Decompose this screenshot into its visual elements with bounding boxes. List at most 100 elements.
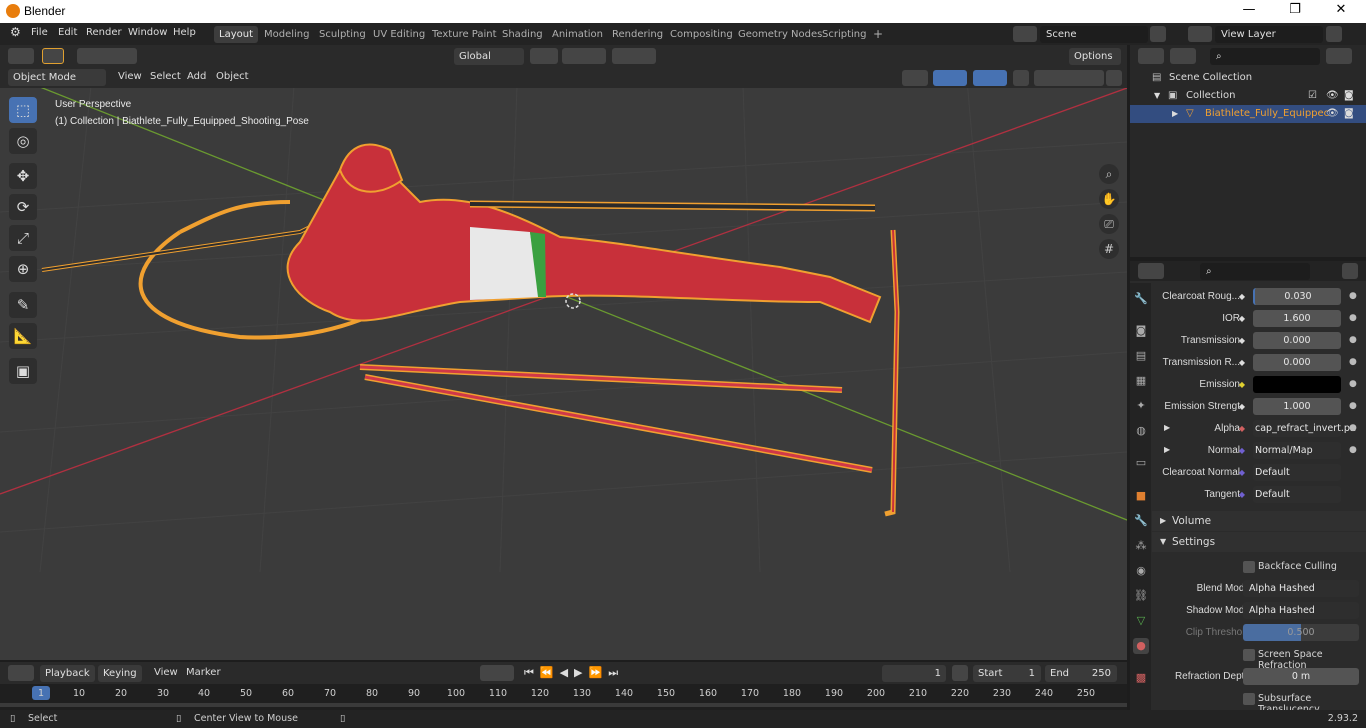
timeline-menu-marker[interactable]: Marker — [186, 667, 221, 678]
menu-render[interactable]: Render — [86, 27, 122, 38]
particles-tab-icon[interactable]: ⁂ — [1133, 538, 1149, 554]
tool-add-cube[interactable]: ▣ — [9, 358, 37, 384]
outliner-display-mode-icon[interactable] — [1170, 48, 1196, 64]
start-frame-field[interactable]: Start 1 — [973, 665, 1041, 682]
new-view-layer-icon[interactable] — [1326, 26, 1342, 42]
prop-link-icon[interactable]: ◆ — [1237, 292, 1247, 302]
tab-scripting[interactable]: Scripting — [817, 26, 871, 43]
menu-window[interactable]: Window — [128, 27, 167, 38]
playback-dropdown[interactable]: Playback — [40, 665, 95, 682]
backface-culling-checkbox[interactable] — [1243, 561, 1255, 573]
prop-link-icon[interactable]: ◆ — [1237, 402, 1247, 412]
object-expand-icon[interactable]: ▶ — [1172, 105, 1178, 123]
add-workspace-button[interactable]: + — [868, 26, 888, 43]
grid-ortho-icon[interactable]: # — [1099, 239, 1119, 259]
object-mode-dropdown[interactable]: Object Mode — [8, 69, 106, 86]
scene-selector-icon[interactable] — [1013, 26, 1037, 42]
clearcoat-normal-field[interactable]: Default — [1253, 464, 1341, 481]
prop-link-icon[interactable]: ◆ — [1237, 314, 1247, 324]
screen-space-refraction-checkbox[interactable] — [1243, 649, 1255, 661]
snapping-icon[interactable] — [562, 48, 606, 64]
tab-modeling[interactable]: Modeling — [259, 26, 315, 43]
viewport-menu-view[interactable]: View — [118, 71, 142, 82]
modifier-tab-icon[interactable]: 🔧 — [1133, 513, 1149, 529]
transmission-field[interactable]: 0.000 — [1253, 332, 1341, 349]
viewport-menu-add[interactable]: Add — [187, 71, 206, 82]
shading-options-icon[interactable] — [1106, 70, 1122, 86]
properties-editor-type-icon[interactable] — [1138, 263, 1164, 279]
emission-color-swatch[interactable] — [1253, 376, 1341, 393]
prop-link-color-icon[interactable]: ◆ — [1237, 380, 1247, 390]
emission-strength-field[interactable]: 1.000 — [1253, 398, 1341, 415]
timeline-editor-type-icon[interactable] — [8, 665, 34, 681]
end-frame-field[interactable]: End 250 — [1045, 665, 1117, 682]
tab-rendering[interactable]: Rendering — [607, 26, 668, 43]
shadow-mode-dropdown[interactable]: Alpha Hashed — [1243, 602, 1359, 619]
prop-link-icon[interactable]: ◆ — [1237, 358, 1247, 368]
tangent-field[interactable]: Default — [1253, 486, 1341, 503]
close-button[interactable]: ✕ — [1326, 2, 1356, 20]
tool-move[interactable]: ✥ — [9, 163, 37, 189]
tab-layout[interactable]: Layout — [214, 26, 258, 43]
tool-measure[interactable]: 📐 — [9, 323, 37, 349]
prop-link-vector-icon[interactable]: ◆ — [1237, 468, 1247, 478]
tab-animation[interactable]: Animation — [547, 26, 608, 43]
clip-threshold-slider[interactable]: 0.500 — [1243, 624, 1359, 641]
exclude-checkbox-icon[interactable]: ☑ — [1308, 87, 1317, 105]
pan-hand-icon[interactable]: ✋ — [1099, 189, 1119, 209]
xray-toggle-icon[interactable] — [1013, 70, 1029, 86]
properties-options-icon[interactable] — [1342, 263, 1358, 279]
view-layer-selector-icon[interactable] — [1188, 26, 1212, 42]
normal-map-field[interactable]: Normal/Map — [1253, 442, 1341, 459]
tool-select-box[interactable]: ⬚ — [9, 97, 37, 123]
ior-field[interactable]: 1.600 — [1253, 310, 1341, 327]
timeline-ruler[interactable]: 1 10 20 30 40 50 60 70 80 90 100 110 120… — [0, 684, 1127, 710]
menu-file[interactable]: File — [31, 27, 48, 38]
tool-transform[interactable]: ⊕ — [9, 256, 37, 282]
outliner-editor-type-icon[interactable] — [1138, 48, 1164, 64]
playback-controls-icons[interactable]: ⏮⏪◀▶⏩⏭ — [524, 666, 624, 680]
record-icon[interactable] — [480, 665, 514, 681]
select-tool-icon[interactable] — [42, 48, 64, 64]
outliner-search-input[interactable]: ⌕ — [1210, 48, 1320, 65]
refraction-depth-field[interactable]: 0 m — [1243, 668, 1359, 685]
clearcoat-roughness-field[interactable]: 0.030 — [1253, 288, 1341, 305]
object-render-camera-icon[interactable]: ◙ — [1344, 105, 1354, 123]
collection-expand-icon[interactable]: ▼ — [1154, 87, 1160, 105]
tab-uv-editing[interactable]: UV Editing — [368, 26, 430, 43]
tab-geometry-nodes[interactable]: Geometry Nodes — [733, 26, 827, 43]
material-tab-icon[interactable]: ● — [1133, 638, 1149, 654]
tab-compositing[interactable]: Compositing — [665, 26, 738, 43]
blend-mode-dropdown[interactable]: Alpha Hashed — [1243, 580, 1359, 597]
camera-icon[interactable]: ⎚ — [1099, 214, 1119, 234]
selection-mode-icons[interactable] — [77, 48, 137, 64]
keying-dropdown[interactable]: Keying — [98, 665, 142, 682]
timeline-menu-view[interactable]: View — [154, 667, 178, 678]
new-scene-icon[interactable] — [1150, 26, 1166, 42]
object-visibility-eye-icon[interactable]: 👁 — [1326, 105, 1339, 123]
settings-panel-header[interactable]: ▼ Settings — [1152, 532, 1366, 552]
3d-viewport[interactable]: Z X Y User Perspective (1) Collection | … — [0, 88, 1127, 660]
shading-mode-icons[interactable] — [1034, 70, 1104, 86]
alpha-texture-field[interactable]: cap_refract_invert.pn — [1253, 420, 1356, 437]
minimize-button[interactable]: — — [1234, 2, 1264, 20]
outliner-row-scene-collection[interactable]: ▤ Scene Collection — [1130, 69, 1366, 87]
visibility-eye-icon[interactable]: 👁 — [1326, 87, 1339, 105]
outliner-row-collection[interactable]: ▼ ▣ Collection ☑ 👁 ◙ — [1130, 87, 1366, 105]
viewport-menu-select[interactable]: Select — [150, 71, 181, 82]
visibility-icon[interactable] — [902, 70, 928, 86]
view-layer-field[interactable]: View Layer — [1215, 26, 1323, 43]
transmission-roughness-field[interactable]: 0.000 — [1253, 354, 1341, 371]
prop-link-icon[interactable]: ◆ — [1237, 336, 1247, 346]
physics-tab-icon[interactable]: ◉ — [1133, 563, 1149, 579]
options-dropdown[interactable]: Options — [1069, 48, 1121, 65]
menu-edit[interactable]: Edit — [58, 27, 77, 38]
prop-link-texture-icon[interactable]: ◆ — [1237, 424, 1247, 434]
scene-name-field[interactable]: Scene — [1040, 26, 1148, 43]
volume-panel-header[interactable]: ▶ Volume — [1152, 511, 1366, 531]
maximize-button[interactable]: ❐ — [1280, 2, 1310, 20]
outliner-filter-icon[interactable] — [1326, 48, 1352, 64]
transform-orientation-dropdown[interactable]: Global — [454, 48, 524, 65]
tab-texture-paint[interactable]: Texture Paint — [427, 26, 502, 43]
current-frame-field[interactable]: 1 — [882, 665, 946, 682]
